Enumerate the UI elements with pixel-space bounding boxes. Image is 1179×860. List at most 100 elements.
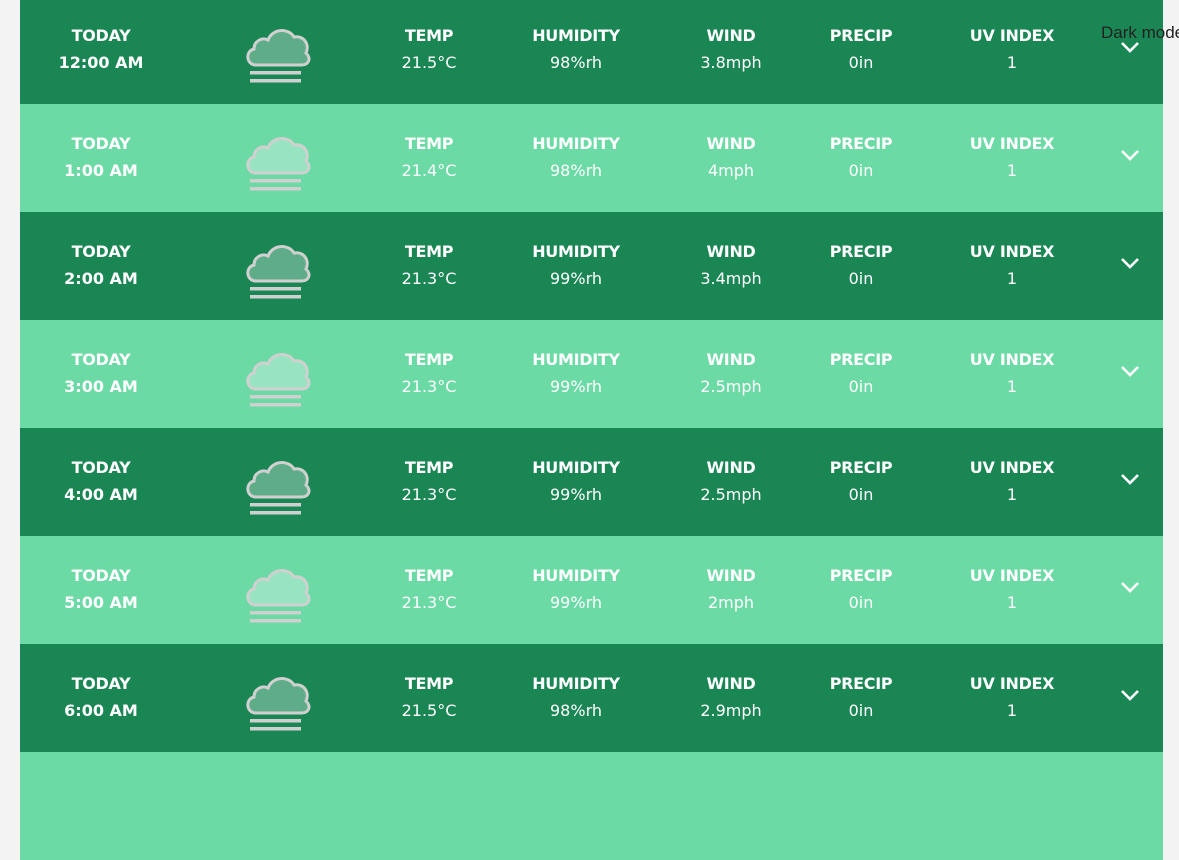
time-label: 5:00 AM xyxy=(64,593,138,612)
temp-value: 21.5°C xyxy=(401,701,457,720)
forecast-row[interactable]: TODAY 6:00 AM TEMP 21.5°C HUMIDITY 98%rh… xyxy=(20,644,1163,752)
forecast-row[interactable] xyxy=(20,752,1163,860)
precip-value: 0in xyxy=(848,485,874,504)
precip-value: 0in xyxy=(848,269,874,288)
humidity-value: 99%rh xyxy=(550,593,602,612)
humidity-cell: HUMIDITY 98%rh xyxy=(532,22,620,76)
day-label: TODAY xyxy=(71,26,131,45)
time-label: 2:00 AM xyxy=(64,269,138,288)
humidity-value: 98%rh xyxy=(550,161,602,180)
uv-cell: UV INDEX 1 xyxy=(970,670,1055,724)
wind-cell: WIND 2mph xyxy=(706,562,755,616)
wind-cell: WIND 2.9mph xyxy=(700,670,761,724)
wind-cell: WIND 3.8mph xyxy=(700,22,761,76)
precip-cell: PRECIP 0in xyxy=(830,670,893,724)
temp-cell: TEMP 21.4°C xyxy=(402,130,457,184)
temp-value: 21.3°C xyxy=(401,377,457,396)
wind-value: 2.9mph xyxy=(700,701,762,720)
temp-value: 21.3°C xyxy=(401,485,457,504)
precip-cell: PRECIP 0in xyxy=(830,346,893,400)
forecast-row[interactable]: TODAY 12:00 AM TEMP 21.5°C HUMIDITY 98%r… xyxy=(20,0,1163,104)
fog-cloud-icon xyxy=(246,245,311,299)
forecast-row[interactable]: TODAY 4:00 AM TEMP 21.3°C HUMIDITY 99%rh… xyxy=(20,428,1163,536)
humidity-cell: HUMIDITY 99%rh xyxy=(532,454,620,508)
time-label: 6:00 AM xyxy=(64,701,138,720)
precip-cell: PRECIP 0in xyxy=(830,238,893,292)
uv-value: 1 xyxy=(1006,161,1018,180)
chevron-down-icon[interactable] xyxy=(1119,684,1141,706)
fog-cloud-icon xyxy=(246,137,311,191)
temp-value: 21.3°C xyxy=(401,593,457,612)
wind-cell: WIND 2.5mph xyxy=(700,346,761,400)
fog-cloud-icon xyxy=(246,29,311,83)
date-time: TODAY 1:00 AM xyxy=(64,130,138,184)
temp-cell: TEMP 21.3°C xyxy=(402,346,457,400)
precip-label: PRECIP xyxy=(829,674,893,693)
uv-label: UV INDEX xyxy=(969,26,1055,45)
wind-cell: WIND 3.4mph xyxy=(700,238,761,292)
temp-label: TEMP xyxy=(404,26,454,45)
humidity-cell: HUMIDITY 99%rh xyxy=(532,238,620,292)
chevron-down-icon[interactable] xyxy=(1119,252,1141,274)
temp-value: 21.4°C xyxy=(401,161,457,180)
wind-value: 2.5mph xyxy=(700,377,762,396)
uv-cell: UV INDEX 1 xyxy=(970,454,1055,508)
uv-label: UV INDEX xyxy=(969,566,1055,585)
precip-value: 0in xyxy=(848,593,874,612)
humidity-value: 99%rh xyxy=(550,485,602,504)
precip-value: 0in xyxy=(848,701,874,720)
humidity-value: 99%rh xyxy=(550,377,602,396)
humidity-label: HUMIDITY xyxy=(532,458,620,477)
precip-label: PRECIP xyxy=(829,242,893,261)
humidity-cell: HUMIDITY 99%rh xyxy=(532,562,620,616)
temp-label: TEMP xyxy=(404,134,454,153)
humidity-value: 98%rh xyxy=(550,53,602,72)
temp-cell: TEMP 21.5°C xyxy=(402,22,457,76)
humidity-label: HUMIDITY xyxy=(532,26,620,45)
humidity-label: HUMIDITY xyxy=(532,566,620,585)
time-label: 12:00 AM xyxy=(58,53,144,72)
hourly-forecast-list: TODAY 12:00 AM TEMP 21.5°C HUMIDITY 98%r… xyxy=(20,0,1163,860)
precip-label: PRECIP xyxy=(829,458,893,477)
precip-cell: PRECIP 0in xyxy=(830,22,893,76)
chevron-down-icon[interactable] xyxy=(1119,144,1141,166)
chevron-down-icon[interactable] xyxy=(1119,468,1141,490)
uv-cell: UV INDEX 1 xyxy=(970,238,1055,292)
forecast-row[interactable]: TODAY 5:00 AM TEMP 21.3°C HUMIDITY 99%rh… xyxy=(20,536,1163,644)
uv-label: UV INDEX xyxy=(969,350,1055,369)
dark-mode-toggle[interactable]: Dark mode xyxy=(1101,23,1179,43)
temp-value: 21.3°C xyxy=(401,269,457,288)
chevron-down-icon[interactable] xyxy=(1119,576,1141,598)
temp-label: TEMP xyxy=(404,566,454,585)
humidity-cell: HUMIDITY 99%rh xyxy=(532,346,620,400)
day-label: TODAY xyxy=(71,350,131,369)
date-time: TODAY 2:00 AM xyxy=(64,238,138,292)
uv-label: UV INDEX xyxy=(969,134,1055,153)
wind-value: 3.8mph xyxy=(700,53,762,72)
humidity-label: HUMIDITY xyxy=(532,242,620,261)
precip-label: PRECIP xyxy=(829,26,893,45)
day-label: TODAY xyxy=(71,566,131,585)
temp-cell: TEMP 21.3°C xyxy=(402,238,457,292)
uv-value: 1 xyxy=(1006,701,1018,720)
precip-value: 0in xyxy=(848,377,874,396)
fog-cloud-icon xyxy=(246,569,311,623)
temp-label: TEMP xyxy=(404,458,454,477)
chevron-down-icon[interactable] xyxy=(1119,360,1141,382)
wind-label: WIND xyxy=(706,242,756,261)
wind-label: WIND xyxy=(706,350,756,369)
forecast-row[interactable]: TODAY 3:00 AM TEMP 21.3°C HUMIDITY 99%rh… xyxy=(20,320,1163,428)
forecast-row[interactable]: TODAY 2:00 AM TEMP 21.3°C HUMIDITY 99%rh… xyxy=(20,212,1163,320)
wind-value: 2.5mph xyxy=(700,485,762,504)
precip-cell: PRECIP 0in xyxy=(830,562,893,616)
temp-cell: TEMP 21.3°C xyxy=(402,562,457,616)
humidity-cell: HUMIDITY 98%rh xyxy=(532,130,620,184)
wind-cell: WIND 4mph xyxy=(706,130,755,184)
temp-label: TEMP xyxy=(404,242,454,261)
wind-value: 4mph xyxy=(707,161,755,180)
forecast-row[interactable]: TODAY 1:00 AM TEMP 21.4°C HUMIDITY 98%rh… xyxy=(20,104,1163,212)
wind-cell: WIND 2.5mph xyxy=(700,454,761,508)
date-time: TODAY 12:00 AM xyxy=(59,22,144,76)
wind-label: WIND xyxy=(706,458,756,477)
humidity-value: 99%rh xyxy=(550,269,602,288)
